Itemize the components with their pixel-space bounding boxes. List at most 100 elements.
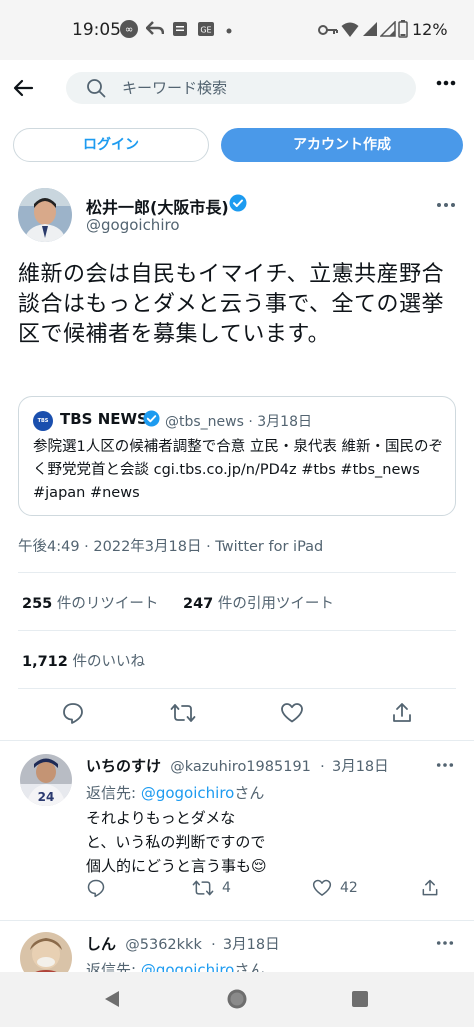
verified-badge-icon (143, 410, 160, 427)
reply-author-row: しん @5362kkk · 3月18日 (86, 933, 280, 954)
replying-to-suffix: さん (234, 784, 265, 802)
battery-icon (398, 20, 408, 38)
quote-tweet[interactable]: TBS NEWS TBS NEWS @tbs_news · 3月18日 参院選1… (18, 396, 456, 516)
divider (0, 740, 474, 741)
divider (18, 572, 456, 573)
recents-nav-icon[interactable] (351, 990, 369, 1008)
reply-date: 3月18日 (222, 937, 280, 953)
divider (0, 920, 474, 921)
reply-avatar[interactable] (20, 932, 72, 972)
retweets-stat[interactable]: 255 件のリツイート (22, 596, 158, 612)
retweet-icon[interactable] (170, 701, 196, 725)
avatar-image (18, 188, 72, 242)
key-icon (318, 25, 338, 35)
signal-icon (380, 21, 396, 37)
share-icon (422, 879, 438, 896)
quote-meta: @tbs_news · 3月18日 (165, 411, 312, 431)
search-box[interactable] (66, 72, 416, 104)
reply-action-bar: 4 42 (86, 878, 446, 908)
tbs-logo-icon: TBS NEWS (33, 411, 53, 444)
likes-label: 件のいいね (72, 654, 145, 670)
quote-separator: · (248, 414, 258, 430)
reply-tweet[interactable]: しん @5362kkk · 3月18日 返信先: @gogoichiroさん (0, 932, 474, 972)
reply-retweet-count: 4 (222, 880, 231, 896)
svg-text:24: 24 (38, 790, 55, 804)
quotes-stat[interactable]: 247 件の引用ツイート (183, 596, 334, 612)
auth-buttons: ログイン アカウント作成 (0, 128, 474, 164)
quote-text: 参院選1人区の候補者調整で合意 立民・泉代表 維新・国民のぞく野党党首と会談 c… (33, 439, 443, 501)
svg-text:GE: GE (200, 26, 211, 35)
quote-author-name: TBS NEWS (60, 410, 148, 428)
reply-retweet-button[interactable]: 4 (192, 878, 231, 898)
home-nav-icon[interactable] (226, 988, 248, 1010)
retweets-label: 件のリツイート (56, 596, 159, 612)
send-icon (146, 21, 164, 35)
reply-like-count: 42 (340, 880, 358, 896)
infinity-icon: ∞ (120, 20, 138, 38)
signup-button[interactable]: アカウント作成 (221, 128, 463, 162)
system-nav-bar (0, 972, 474, 1027)
retweet-icon (192, 880, 214, 896)
back-nav-icon[interactable] (102, 989, 122, 1009)
gmail-icon: GE (198, 22, 214, 36)
divider (18, 688, 456, 689)
status-time: 19:05 (72, 20, 121, 40)
like-icon (312, 879, 332, 896)
reply-author-name[interactable]: しん (86, 935, 116, 953)
quote-handle: @tbs_news (165, 414, 244, 430)
signal-icon (363, 22, 377, 36)
reply-text-line: それよりもっとダメな (86, 809, 236, 827)
reply-separator: · (211, 937, 216, 953)
likes-stat[interactable]: 1,712 件のいいね (22, 654, 145, 670)
search-input[interactable] (122, 75, 402, 101)
reply-text-line: と、いう私の判断ですので (86, 833, 266, 851)
reply-handle[interactable]: @kazuhiro1985191 (170, 759, 311, 775)
reply-share-button[interactable] (420, 878, 440, 898)
battery-percent: 12% (412, 20, 448, 39)
tweet-action-bar (0, 693, 474, 733)
reply-more-icon[interactable] (436, 762, 454, 768)
reply-more-icon[interactable] (436, 940, 454, 946)
wifi-icon (341, 22, 359, 37)
status-bar: 19:05 ∞ GE 12% (0, 0, 474, 60)
svg-text:∞: ∞ (125, 25, 133, 36)
verified-badge-icon (229, 194, 247, 212)
replying-to: 返信先: @gogoichiroさん (86, 959, 264, 972)
likes-count: 1,712 (22, 654, 68, 670)
tweet-timestamp[interactable]: 午後4:49 · 2022年3月18日 · Twitter for iPad (18, 535, 323, 556)
reply-reply-button[interactable] (86, 878, 106, 898)
tweet-more-icon[interactable] (436, 202, 456, 208)
stats-likes-row: 1,712 件のいいね (22, 650, 145, 671)
like-icon[interactable] (280, 701, 304, 725)
divider (18, 630, 456, 631)
replying-to-link[interactable]: @gogoichiro (141, 961, 235, 972)
replying-to-suffix: さん (234, 961, 265, 972)
search-icon (87, 79, 106, 98)
author-handle[interactable]: @gogoichiro (86, 216, 180, 234)
reply-icon[interactable] (61, 701, 85, 725)
replying-to-prefix: 返信先: (86, 961, 141, 972)
avatar-image: 24 (20, 754, 72, 806)
reply-avatar[interactable]: 24 (20, 754, 72, 806)
tweet-text: 維新の会は自民もイマイチ、立憲共産野合談合はもっとダメと云う事で、全ての選挙区で… (18, 262, 445, 347)
author-name[interactable]: 松井一郎(大阪市長) (86, 194, 229, 218)
more-options-icon[interactable] (436, 80, 456, 86)
replying-to: 返信先: @gogoichiroさん (86, 782, 264, 803)
dot-icon (226, 28, 232, 34)
replying-to-link[interactable]: @gogoichiro (141, 784, 235, 802)
retweets-count: 255 (22, 596, 53, 612)
reply-author-name[interactable]: いちのすけ (86, 757, 161, 775)
reply-like-button[interactable]: 42 (312, 878, 358, 898)
back-arrow-icon[interactable] (10, 74, 38, 102)
quotes-label: 件の引用ツイート (217, 596, 334, 612)
share-icon[interactable] (390, 701, 414, 725)
message-icon (173, 22, 187, 36)
author-avatar[interactable] (18, 188, 72, 242)
reply-handle[interactable]: @5362kkk (125, 937, 202, 953)
reply-separator: · (320, 759, 325, 775)
quotes-count: 247 (183, 596, 214, 612)
reply-text: それよりもっとダメな と、いう私の判断ですので 個人的にどうと言う事も😌 (86, 806, 446, 878)
login-button[interactable]: ログイン (13, 128, 209, 162)
quote-date: 3月18日 (257, 414, 312, 430)
reply-text-line: 個人的にどうと言う事も😌 (86, 857, 267, 875)
